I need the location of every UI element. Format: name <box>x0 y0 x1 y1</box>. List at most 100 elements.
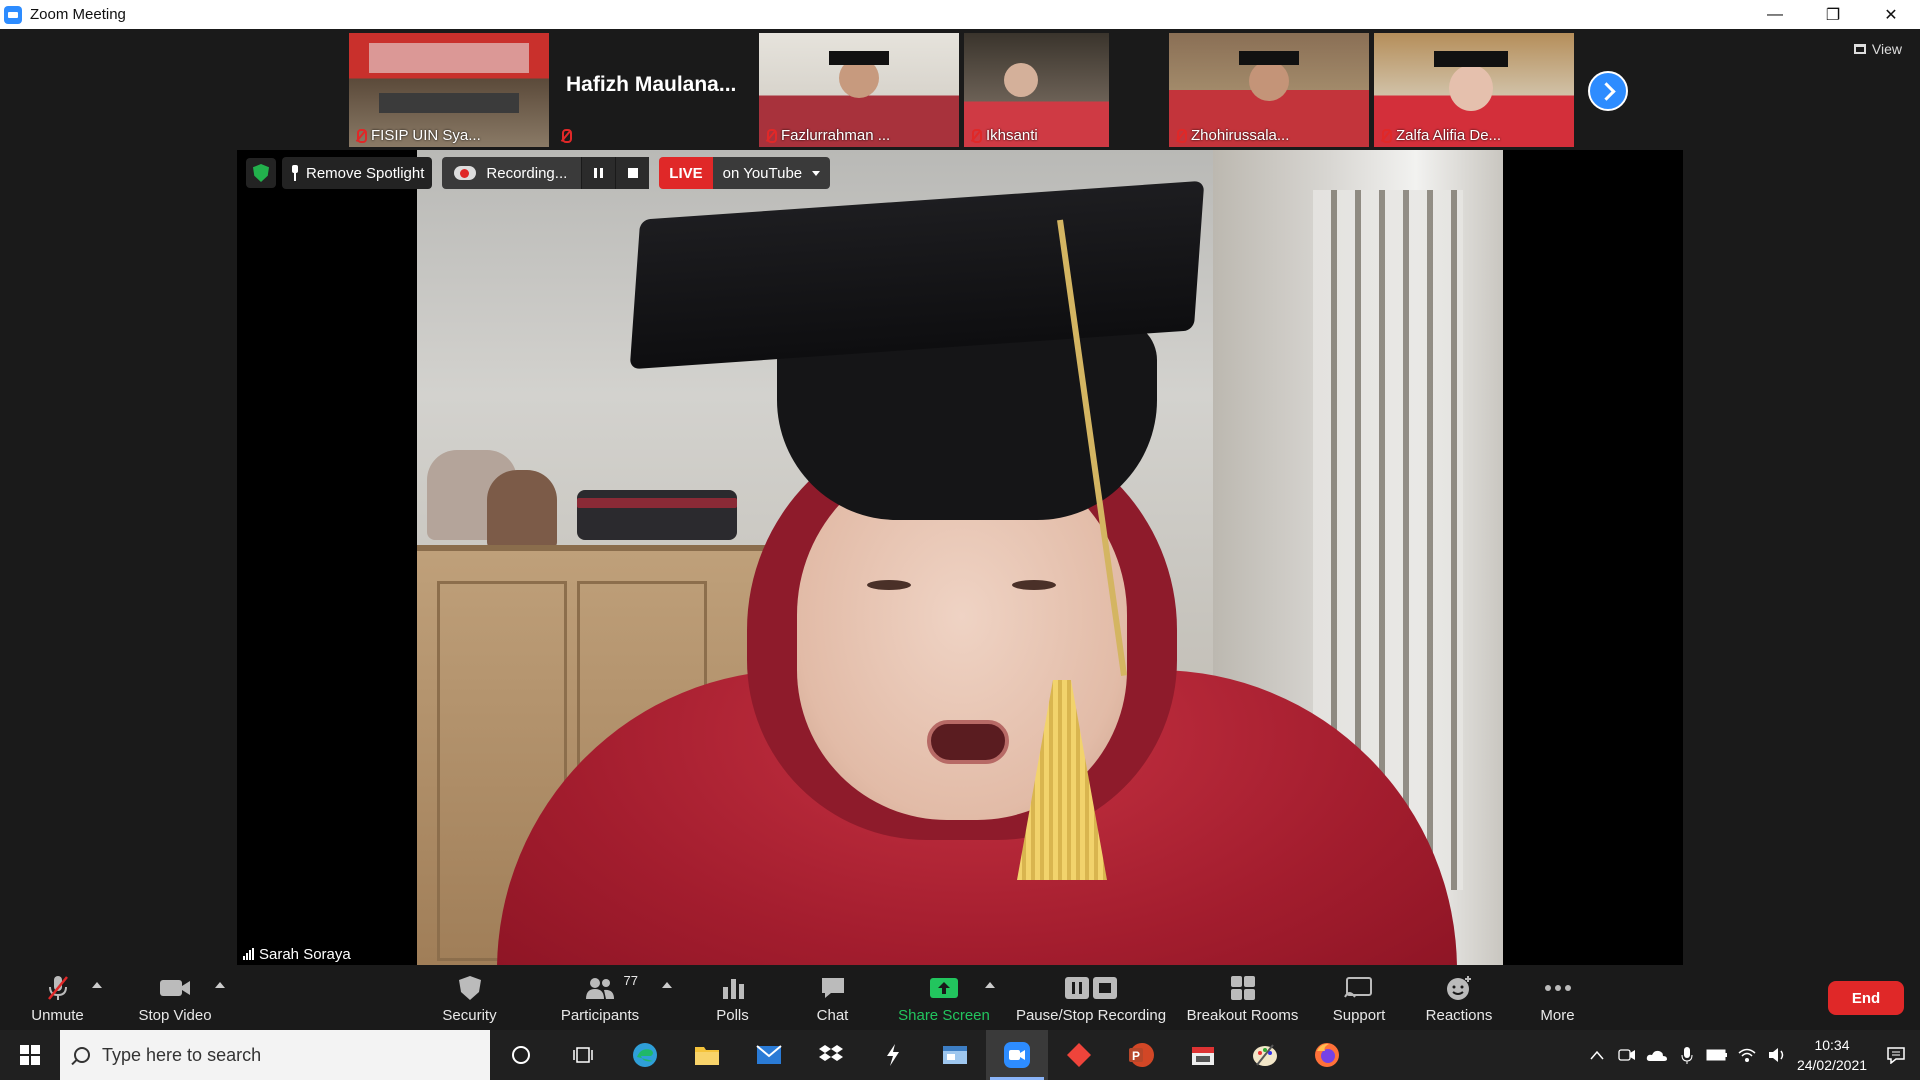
grid-icon <box>1853 44 1866 54</box>
participants-icon: 77 <box>584 973 638 1003</box>
window-controls: — ❐ ✕ <box>1746 0 1920 29</box>
participants-count: 77 <box>623 973 638 988</box>
share-options-caret[interactable] <box>985 982 995 988</box>
participant-tile[interactable]: Fazlurrahman ... <box>759 33 959 147</box>
restore-button[interactable]: ❐ <box>1804 0 1862 29</box>
breakout-rooms-button[interactable]: Breakout Rooms <box>1185 966 1300 1030</box>
anydesk-icon[interactable] <box>1048 1030 1110 1080</box>
search-placeholder: Type here to search <box>102 1044 262 1065</box>
dropbox-icon[interactable] <box>800 1030 862 1080</box>
pin-icon <box>290 165 300 181</box>
security-button[interactable]: Security <box>432 966 507 1030</box>
battery-icon[interactable] <box>1702 1030 1732 1080</box>
reactions-button[interactable]: Reactions <box>1423 966 1495 1030</box>
connection-signal-icon <box>243 948 254 960</box>
view-button[interactable]: View <box>1853 41 1902 57</box>
cortana-icon[interactable] <box>490 1030 552 1080</box>
mic-muted-icon <box>353 128 367 144</box>
participants-options-caret[interactable] <box>662 982 672 988</box>
system-tray: 10:34 24/02/2021 <box>1582 1030 1920 1080</box>
pause-stop-recording-button[interactable]: Pause/Stop Recording <box>1015 966 1167 1030</box>
volume-icon[interactable] <box>1762 1030 1792 1080</box>
paint-icon[interactable] <box>1234 1030 1296 1080</box>
svg-text:P: P <box>1132 1049 1140 1063</box>
more-dots-icon <box>1544 973 1572 1003</box>
clock-date: 24/02/2021 <box>1796 1057 1868 1073</box>
encryption-shield-icon[interactable] <box>246 158 276 188</box>
share-screen-button[interactable]: Share Screen <box>898 966 990 1030</box>
participants-label: Participants <box>560 1007 640 1024</box>
participant-display-name: Hafizh Maulana... <box>566 73 737 96</box>
onedrive-icon[interactable] <box>1642 1030 1672 1080</box>
participant-name: Zhohirussala... <box>1191 127 1290 144</box>
participants-button[interactable]: 77 Participants <box>555 966 645 1030</box>
next-page-button[interactable] <box>1588 71 1628 111</box>
pause-stop-recording-label: Pause/Stop Recording <box>1015 1007 1167 1024</box>
mic-muted-icon <box>43 973 73 1003</box>
start-button[interactable] <box>0 1030 60 1080</box>
participant-name: FISIP UIN Sya... <box>371 127 481 144</box>
mic-muted-icon <box>968 128 982 144</box>
more-button[interactable]: More <box>1535 966 1580 1030</box>
mail-icon[interactable] <box>738 1030 800 1080</box>
task-view-icon[interactable] <box>552 1030 614 1080</box>
participant-name: Ikhsanti <box>986 127 1038 144</box>
support-button[interactable]: Support <box>1328 966 1390 1030</box>
support-icon <box>1343 973 1375 1003</box>
firefox-icon[interactable] <box>1296 1030 1358 1080</box>
meet-now-icon[interactable] <box>1612 1030 1642 1080</box>
meeting-area: View FISIP UIN Sya... Hafizh Maulana... … <box>0 29 1920 966</box>
view-button-label: View <box>1871 41 1902 57</box>
taskbar-search-box[interactable]: Type here to search <box>60 1030 490 1080</box>
end-meeting-button[interactable]: End <box>1828 981 1904 1015</box>
stop-video-label: Stop Video <box>138 1007 212 1024</box>
minimize-button[interactable]: — <box>1746 0 1804 29</box>
wifi-icon[interactable] <box>1732 1030 1762 1080</box>
live-stream-indicator[interactable]: LIVE on YouTube <box>659 157 831 189</box>
video-options-caret[interactable] <box>215 982 225 988</box>
chevron-up-icon[interactable] <box>1582 1030 1612 1080</box>
audio-options-caret[interactable] <box>92 982 102 988</box>
unmute-button[interactable]: Unmute <box>20 966 95 1030</box>
title-bar: Zoom Meeting — ❐ ✕ <box>0 0 1920 29</box>
participant-tile[interactable]: Zalfa Alifia De... <box>1374 33 1574 147</box>
chat-button[interactable]: Chat <box>810 966 855 1030</box>
meeting-status-overlay: Remove Spotlight Recording... LIVE on Yo… <box>246 157 831 189</box>
pause-stop-recording-icon <box>1063 973 1119 1003</box>
microphone-icon[interactable] <box>1672 1030 1702 1080</box>
taskbar-clock[interactable]: 10:34 24/02/2021 <box>1792 1035 1872 1075</box>
notifications-icon[interactable] <box>1872 1030 1920 1080</box>
media-icon[interactable] <box>1172 1030 1234 1080</box>
stop-recording-button[interactable] <box>615 157 650 189</box>
smiley-icon <box>1444 973 1474 1003</box>
share-screen-icon <box>928 973 960 1003</box>
powerpoint-icon[interactable]: P <box>1110 1030 1172 1080</box>
stop-video-button[interactable]: Stop Video <box>130 966 220 1030</box>
stop-icon <box>627 168 638 178</box>
pause-recording-button[interactable] <box>581 157 616 189</box>
polls-button[interactable]: Polls <box>710 966 755 1030</box>
participant-tile[interactable]: FISIP UIN Sya... <box>349 33 549 147</box>
remove-spotlight-button[interactable]: Remove Spotlight <box>282 157 433 189</box>
participant-filmstrip: FISIP UIN Sya... Hafizh Maulana... Fazlu… <box>349 33 1574 147</box>
bar-chart-icon <box>720 973 746 1003</box>
zoom-icon[interactable] <box>986 1030 1048 1080</box>
windows-logo-icon <box>20 1045 40 1065</box>
participant-tile[interactable]: Ikhsanti <box>964 33 1109 147</box>
speaker-name-label: Sarah Soraya <box>237 943 359 965</box>
file-explorer-icon[interactable] <box>676 1030 738 1080</box>
recording-indicator: Recording... <box>442 157 650 189</box>
app-window-icon[interactable] <box>924 1030 986 1080</box>
window-title: Zoom Meeting <box>30 6 126 23</box>
edge-icon[interactable] <box>614 1030 676 1080</box>
chat-bubble-icon <box>819 973 847 1003</box>
close-button[interactable]: ✕ <box>1862 0 1920 29</box>
app-bolt-icon[interactable] <box>862 1030 924 1080</box>
more-label: More <box>1540 1007 1575 1024</box>
participant-tile[interactable]: Zhohirussala... <box>1169 33 1369 147</box>
participant-tile[interactable]: Hafizh Maulana... <box>554 33 754 147</box>
windows-taskbar: Type here to search P 10:34 24/02/2021 <box>0 1030 1920 1080</box>
speaker-video-frame <box>417 150 1503 965</box>
clock-time: 10:34 <box>1814 1037 1850 1053</box>
pause-icon <box>594 168 604 178</box>
